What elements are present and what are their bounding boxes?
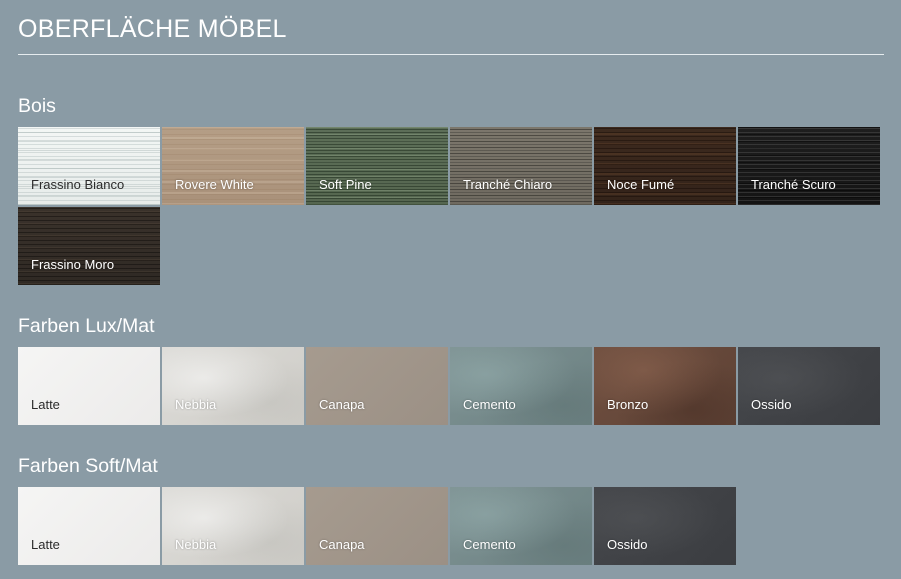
swatch-canapa[interactable]: Canapa bbox=[306, 487, 448, 565]
swatch-nebbia[interactable]: Nebbia bbox=[162, 487, 304, 565]
swatch-label: Latte bbox=[31, 397, 60, 412]
swatch-canapa[interactable]: Canapa bbox=[306, 347, 448, 425]
section-title-soft-mat: Farben Soft/Mat bbox=[18, 455, 158, 477]
swatch-nebbia[interactable]: Nebbia bbox=[162, 347, 304, 425]
swatch-label: Tranché Scuro bbox=[751, 177, 836, 192]
swatch-grid-bois: Frassino Bianco Rovere White Soft Pine T… bbox=[18, 127, 884, 285]
swatch-label: Canapa bbox=[319, 537, 365, 552]
swatch-tranche-chiaro[interactable]: Tranché Chiaro bbox=[450, 127, 592, 205]
title-divider bbox=[18, 54, 884, 55]
swatch-label: Nebbia bbox=[175, 397, 217, 412]
swatch-bronzo[interactable]: Bronzo bbox=[594, 347, 736, 425]
swatch-grid-lux-mat: Latte Nebbia Canapa Cemento Bronzo Ossid… bbox=[18, 347, 884, 425]
swatch-cemento[interactable]: Cemento bbox=[450, 487, 592, 565]
swatch-frassino-moro[interactable]: Frassino Moro bbox=[18, 207, 160, 285]
swatch-soft-pine[interactable]: Soft Pine bbox=[306, 127, 448, 205]
section-title-lux-mat: Farben Lux/Mat bbox=[18, 315, 155, 337]
swatch-label: Cemento bbox=[463, 537, 516, 552]
swatch-label: Latte bbox=[31, 537, 60, 552]
swatch-label: Rovere White bbox=[175, 177, 254, 192]
swatch-label: Cemento bbox=[463, 397, 516, 412]
swatch-ossido[interactable]: Ossido bbox=[594, 487, 736, 565]
swatch-label: Noce Fumé bbox=[607, 177, 675, 192]
swatch-label: Bronzo bbox=[607, 397, 649, 412]
swatch-rovere-white[interactable]: Rovere White bbox=[162, 127, 304, 205]
swatch-ossido[interactable]: Ossido bbox=[738, 347, 880, 425]
swatch-label: Ossido bbox=[607, 537, 648, 552]
swatch-frassino-bianco[interactable]: Frassino Bianco bbox=[18, 127, 160, 205]
swatch-grid-soft-mat: Latte Nebbia Canapa Cemento Ossido bbox=[18, 487, 884, 565]
swatch-latte[interactable]: Latte bbox=[18, 347, 160, 425]
swatch-label: Nebbia bbox=[175, 537, 217, 552]
section-title-bois: Bois bbox=[18, 95, 56, 117]
swatch-label: Frassino Moro bbox=[31, 257, 115, 272]
swatch-cemento[interactable]: Cemento bbox=[450, 347, 592, 425]
page-title: OBERFLÄCHE MÖBEL bbox=[18, 15, 287, 43]
swatch-latte[interactable]: Latte bbox=[18, 487, 160, 565]
swatch-label: Tranché Chiaro bbox=[463, 177, 553, 192]
swatch-noce-fume[interactable]: Noce Fumé bbox=[594, 127, 736, 205]
swatch-label: Frassino Bianco bbox=[31, 177, 125, 192]
swatch-label: Soft Pine bbox=[319, 177, 372, 192]
swatch-label: Canapa bbox=[319, 397, 365, 412]
swatch-label: Ossido bbox=[751, 397, 792, 412]
swatch-tranche-scuro[interactable]: Tranché Scuro bbox=[738, 127, 880, 205]
